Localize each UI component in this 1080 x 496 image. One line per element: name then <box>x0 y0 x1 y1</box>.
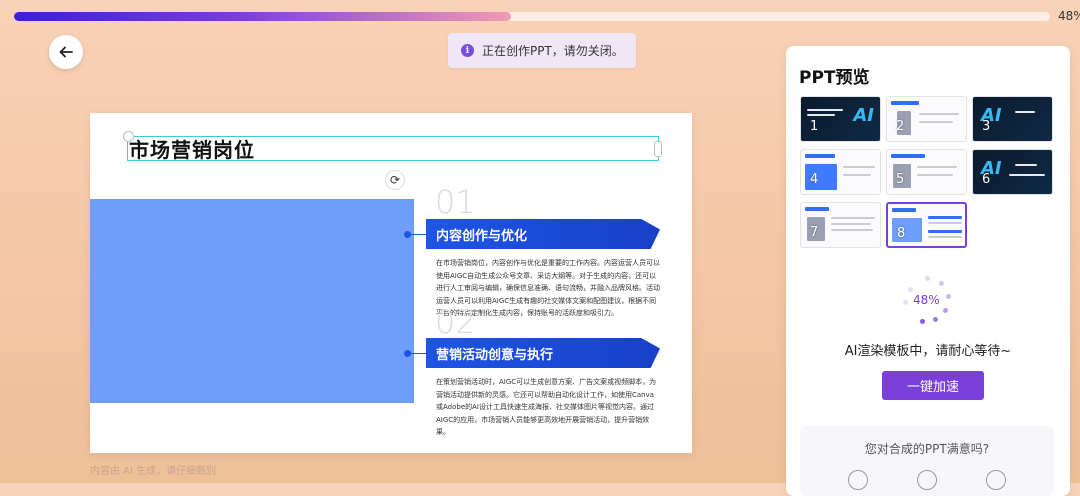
thumb-text-line <box>807 109 843 111</box>
survey-question: 您对合成的PPT满意吗? <box>864 442 990 456</box>
thumb-number: 3 <box>982 119 991 134</box>
resize-handle[interactable] <box>654 141 662 157</box>
thumb-header <box>805 154 835 158</box>
section-heading: 内容创作与优化 <box>436 228 528 244</box>
thumb-text-line <box>919 113 959 115</box>
thumb-text-line <box>843 174 871 176</box>
thumb-number: 7 <box>810 225 819 240</box>
speed-up-button[interactable]: 一键加速 <box>882 371 984 400</box>
thumb-text-line <box>928 236 962 238</box>
waiting-message: AI渲染模板中，请耐心等待~ <box>844 344 1012 359</box>
thumb-badge: AI <box>853 105 874 126</box>
neutral-face-icon[interactable] <box>917 470 937 490</box>
thumb-text-line <box>843 166 875 168</box>
loading-percent: 48% <box>913 293 940 307</box>
dissatisfied-face-icon[interactable] <box>848 470 868 490</box>
thumb-heading <box>928 216 962 219</box>
slide-thumbnail-selected[interactable]: 8 <box>886 202 967 248</box>
thumb-text-line <box>917 174 953 176</box>
thumb-number: 4 <box>810 172 819 187</box>
thumb-number: 5 <box>896 172 905 187</box>
thumb-number: 6 <box>982 172 991 187</box>
satisfaction-survey: 您对合成的PPT满意吗? <box>800 426 1054 496</box>
progress-bar <box>14 12 1050 21</box>
thumb-heading <box>928 230 962 233</box>
thumb-header <box>891 101 919 105</box>
rotate-icon[interactable]: ⟳ <box>385 170 405 190</box>
thumb-text-line <box>831 223 871 225</box>
progress-fill <box>14 12 512 21</box>
thumb-text-line <box>928 222 962 224</box>
thumb-text-line <box>831 229 873 231</box>
connector-dot <box>404 350 411 357</box>
satisfied-face-icon[interactable] <box>986 470 1006 490</box>
connector-line <box>408 234 428 235</box>
section-heading: 营销活动创意与执行 <box>436 347 554 363</box>
thumb-text-line <box>831 217 875 219</box>
section-heading-banner[interactable]: 营销活动创意与执行 <box>426 338 660 368</box>
slide-thumbnail[interactable]: 2 <box>886 96 967 142</box>
thumb-header <box>891 154 925 158</box>
info-icon: i <box>461 44 474 57</box>
spinner-dot <box>903 300 908 305</box>
panel-title: PPT预览 <box>799 68 870 88</box>
back-button[interactable] <box>49 35 83 69</box>
slide-thumbnail[interactable]: AI 6 <box>972 149 1053 195</box>
toast-text: 正在创作PPT，请勿关闭。 <box>482 44 624 58</box>
ai-disclaimer: 内容由 AI 生成，请仔细甄别 <box>90 466 217 477</box>
slide-thumbnail[interactable]: 7 <box>800 202 881 248</box>
status-toast: i 正在创作PPT，请勿关闭。 <box>448 33 636 68</box>
thumb-text-line <box>1015 164 1037 166</box>
arrow-left-icon <box>59 46 73 58</box>
spinner-dot <box>908 287 913 292</box>
spinner-dot <box>943 308 948 313</box>
slide-canvas[interactable]: 市场营销岗位 ⟳ 01 内容创作与优化 在市场营销岗位，内容创作与优化是重要的工… <box>90 113 692 453</box>
ppt-preview-panel: PPT预览 AI 1 2 AI 3 4 5 AI 6 7 8 48% AI渲染模… <box>786 46 1070 496</box>
slide-thumbnail[interactable]: AI 1 <box>800 96 881 142</box>
image-placeholder[interactable] <box>90 199 414 403</box>
spinner-dot <box>925 276 930 281</box>
spinner-dot <box>920 319 925 324</box>
thumb-number: 8 <box>897 226 906 241</box>
thumb-number: 2 <box>896 119 905 134</box>
section-heading-banner[interactable]: 内容创作与优化 <box>426 219 660 249</box>
section-number: 01 <box>435 183 476 221</box>
thumb-text-line <box>919 121 953 123</box>
thumb-text-line <box>1015 111 1035 113</box>
section-body[interactable]: 在策划营销活动时，AIGC可以生成创意方案、广告文案或视频脚本，为营销活动提供新… <box>436 376 661 439</box>
progress-percent: 48% <box>1058 9 1080 23</box>
slide-thumbnail[interactable]: 4 <box>800 149 881 195</box>
slide-title[interactable]: 市场营销岗位 <box>129 134 255 163</box>
connector-line <box>408 353 428 354</box>
thumb-header <box>805 207 829 211</box>
thumb-text-line <box>1009 174 1045 176</box>
slide-thumbnail[interactable]: 5 <box>886 149 967 195</box>
spinner-dot <box>933 317 938 322</box>
slide-thumbnail[interactable]: AI 3 <box>972 96 1053 142</box>
thumb-number: 1 <box>810 119 819 134</box>
section-number: 02 <box>435 303 476 341</box>
thumb-header <box>892 208 916 212</box>
thumb-text-line <box>807 114 835 116</box>
thumb-text-line <box>917 166 957 168</box>
spinner-dot <box>946 294 951 299</box>
connector-dot <box>404 231 411 238</box>
spinner-dot <box>939 281 944 286</box>
